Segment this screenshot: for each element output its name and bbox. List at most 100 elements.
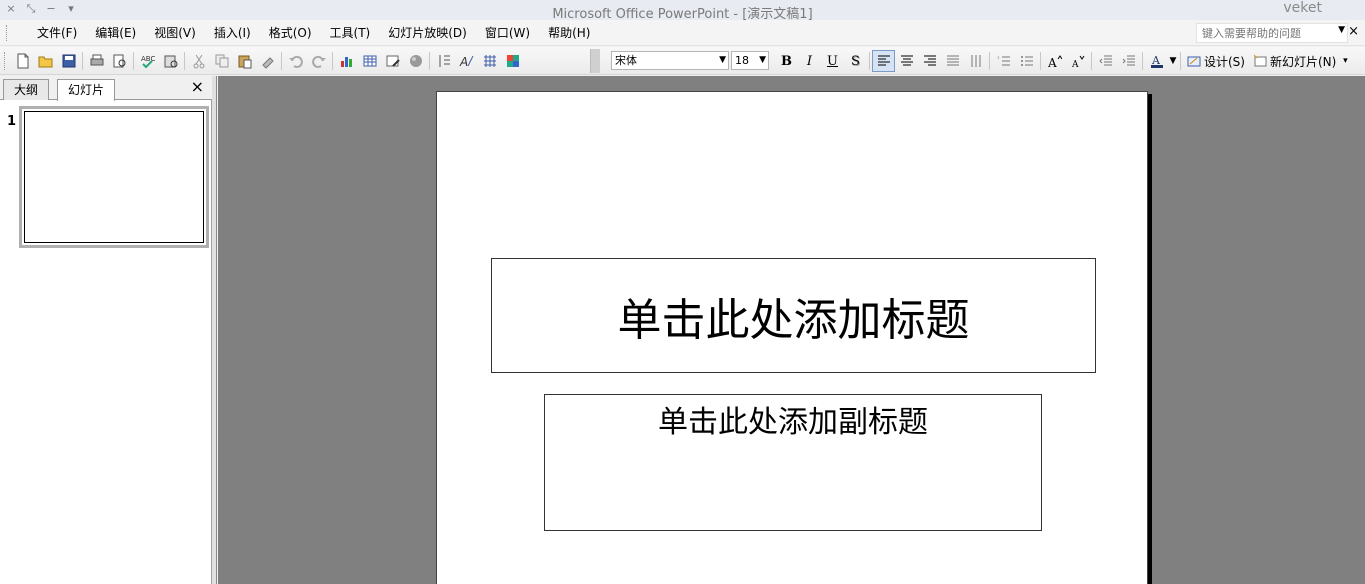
- bold-button[interactable]: B: [775, 50, 798, 72]
- numbering-icon[interactable]: 1: [992, 50, 1015, 72]
- toolbar-separator: [133, 52, 134, 70]
- brand-label: veket: [1283, 0, 1322, 16]
- new-icon[interactable]: [11, 50, 34, 72]
- slide-canvas[interactable]: 单击此处添加标题 单击此处添加副标题: [436, 91, 1148, 584]
- shadow-button[interactable]: S: [844, 50, 867, 72]
- font-color-dropdown-icon[interactable]: ▼: [1168, 50, 1178, 72]
- font-color-icon[interactable]: A: [1145, 50, 1168, 72]
- menu-format[interactable]: 格式(O): [260, 25, 321, 41]
- menu-help[interactable]: 帮助(H): [539, 25, 599, 41]
- toolbar-separator: [1091, 52, 1092, 70]
- menu-view[interactable]: 视图(V): [145, 25, 205, 41]
- toolbar-separator: [184, 52, 185, 70]
- font-size-select[interactable]: 18 ▼: [731, 51, 769, 70]
- title-bar: × ⤡ − ▾ Microsoft Office PowerPoint - [演…: [0, 0, 1365, 22]
- design-label: 设计(S): [1204, 54, 1245, 69]
- slides-outline-pane: 大纲 幻灯片 × 1: [0, 76, 212, 584]
- menu-bar: 文件(F) 编辑(E) 视图(V) 插入(I) 格式(O) 工具(T) 幻灯片放…: [0, 20, 1365, 46]
- subtitle-placeholder[interactable]: 单击此处添加副标题: [544, 394, 1042, 531]
- menu-file[interactable]: 文件(F): [28, 25, 86, 41]
- toolbar-separator: [1180, 52, 1181, 70]
- help-dropdown-icon[interactable]: ▼: [1338, 25, 1345, 35]
- help-search-input[interactable]: [1197, 24, 1327, 42]
- toolbar-overflow-icon[interactable]: ▾: [1340, 50, 1350, 72]
- toolbar-separator: [332, 52, 333, 70]
- toolbar-separator: [1040, 52, 1041, 70]
- format-painter-icon[interactable]: [256, 50, 279, 72]
- toolbar-separator: [1142, 52, 1143, 70]
- font-dropdown-icon[interactable]: ▼: [719, 52, 726, 69]
- title-placeholder[interactable]: 单击此处添加标题: [491, 258, 1096, 373]
- new-slide-icon: [1253, 54, 1267, 67]
- toolbar-separator: [989, 52, 990, 70]
- toolbar: ABC A 宋体 ▼ 18 ▼ B I U S 1 A A A ▼ 设计(S) …: [0, 47, 1365, 75]
- decrease-indent-icon[interactable]: [1094, 50, 1117, 72]
- pane-splitter[interactable]: [212, 76, 217, 584]
- tab-slides[interactable]: 幻灯片: [57, 79, 116, 101]
- font-size-value: 18: [735, 54, 749, 67]
- align-right-icon[interactable]: [918, 50, 941, 72]
- decrease-font-icon[interactable]: A: [1066, 50, 1089, 72]
- expand-icon[interactable]: [432, 50, 455, 72]
- cut-icon[interactable]: [187, 50, 210, 72]
- print-preview-icon[interactable]: [108, 50, 131, 72]
- menu-slideshow[interactable]: 幻灯片放映(D): [379, 25, 476, 41]
- italic-button[interactable]: I: [798, 50, 821, 72]
- slide-thumbnail[interactable]: [19, 106, 209, 248]
- toolbar-separator: [429, 52, 430, 70]
- align-left-icon[interactable]: [872, 50, 895, 72]
- menu-grip[interactable]: [6, 25, 9, 41]
- size-dropdown-icon[interactable]: ▼: [759, 52, 766, 69]
- redo-icon[interactable]: [307, 50, 330, 72]
- paste-icon[interactable]: [233, 50, 256, 72]
- font-name-select[interactable]: 宋体 ▼: [611, 51, 729, 70]
- table-icon[interactable]: [358, 50, 381, 72]
- increase-indent-icon[interactable]: [1117, 50, 1140, 72]
- slide-editing-area: 单击此处添加标题 单击此处添加副标题: [218, 76, 1365, 584]
- toolbar-grip[interactable]: [4, 52, 7, 70]
- font-name-value: 宋体: [615, 54, 637, 67]
- pane-tabs: 大纲 幻灯片 ×: [0, 76, 212, 101]
- underline-button[interactable]: U: [821, 50, 844, 72]
- save-icon[interactable]: [57, 50, 80, 72]
- print-icon[interactable]: [85, 50, 108, 72]
- tables-borders-icon[interactable]: [381, 50, 404, 72]
- menu-insert[interactable]: 插入(I): [205, 25, 260, 41]
- toolbar-options-icon[interactable]: [590, 49, 600, 73]
- open-icon[interactable]: [34, 50, 57, 72]
- chart-icon[interactable]: [335, 50, 358, 72]
- close-document-icon[interactable]: ×: [1348, 24, 1359, 39]
- menu-tools[interactable]: 工具(T): [321, 25, 380, 41]
- distributed-icon[interactable]: [941, 50, 964, 72]
- help-search-box: ▼: [1196, 23, 1348, 43]
- menu-window[interactable]: 窗口(W): [476, 25, 539, 41]
- color-grayscale-icon[interactable]: [501, 50, 524, 72]
- svg-text:A: A: [459, 55, 468, 69]
- spelling-icon[interactable]: ABC: [136, 50, 159, 72]
- color-icon[interactable]: [404, 50, 427, 72]
- menu-items: 文件(F) 编辑(E) 视图(V) 插入(I) 格式(O) 工具(T) 幻灯片放…: [28, 25, 599, 41]
- slide-number: 1: [7, 114, 17, 129]
- svg-text:1: 1: [997, 55, 1000, 60]
- new-slide-label: 新幻灯片(N): [1269, 54, 1337, 69]
- slide-thumbnail-preview: [24, 111, 204, 243]
- standard-toolbar: ABC A: [4, 50, 524, 72]
- show-formatting-icon[interactable]: A: [455, 50, 478, 72]
- tab-outline[interactable]: 大纲: [3, 79, 50, 100]
- svg-text:A: A: [1071, 60, 1079, 68]
- new-slide-button[interactable]: 新幻灯片(N): [1249, 50, 1340, 72]
- toolbar-separator: [82, 52, 83, 70]
- undo-icon[interactable]: [284, 50, 307, 72]
- text-direction-icon[interactable]: [964, 50, 987, 72]
- design-button[interactable]: 设计(S): [1183, 50, 1249, 72]
- align-center-icon[interactable]: [895, 50, 918, 72]
- menu-edit[interactable]: 编辑(E): [86, 25, 145, 41]
- increase-font-icon[interactable]: A: [1043, 50, 1066, 72]
- research-icon[interactable]: [159, 50, 182, 72]
- pane-close-icon[interactable]: ×: [191, 77, 204, 96]
- bullets-icon[interactable]: [1015, 50, 1038, 72]
- toolbar-separator: [281, 52, 282, 70]
- copy-icon[interactable]: [210, 50, 233, 72]
- grid-icon[interactable]: [478, 50, 501, 72]
- toolbar-separator: [869, 52, 870, 70]
